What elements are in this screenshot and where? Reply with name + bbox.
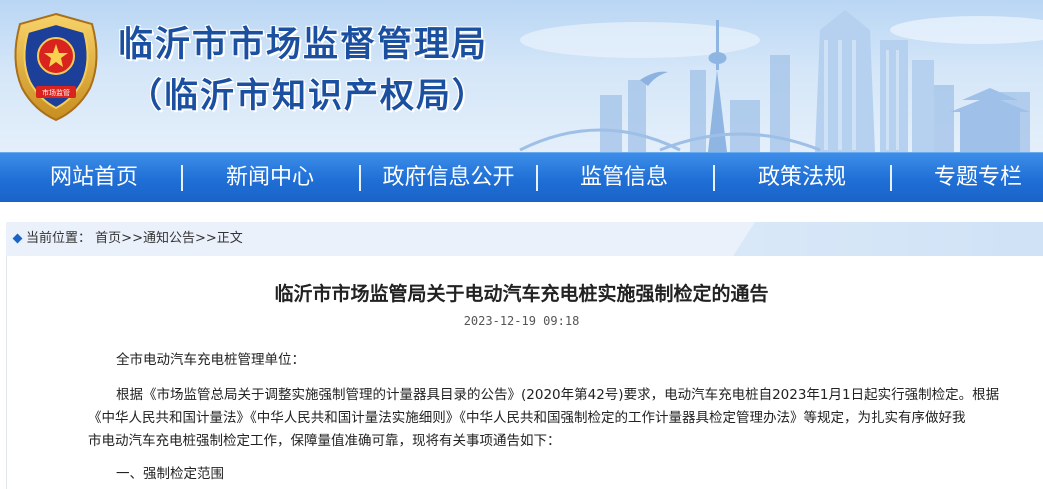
breadcrumb-current: 正文 [216,231,243,246]
nav-item-gov-info[interactable]: 政府信息公开 [376,153,521,203]
nav-divider [359,165,361,191]
nav-item-policy[interactable]: 政策法规 [748,153,856,203]
article-title: 临沂市市场监管局关于电动汽车充电桩实施强制检定的通告 [274,283,769,305]
article-section-heading: 一、强制检定范围 [116,466,224,482]
main-nav: 网站首页 新闻中心 政府信息公开 监管信息 政策法规 专题专栏 [0,152,1043,202]
nav-item-supervision[interactable]: 监管信息 [570,153,678,203]
emblem-label: 市场监管 [42,89,70,97]
article-body-line: 根据《市场监管总局关于调整实施强制管理的计量器具目录的公告》(2020年第42号… [116,387,1000,403]
nav-divider [181,165,183,191]
nav-item-topics[interactable]: 专题专栏 [924,153,1032,203]
market-supervision-emblem [14,12,98,122]
breadcrumb-decoration [733,222,1043,256]
article-body-line: 市电动汽车充电桩强制检定工作，保障量值准确可靠，现将有关事项通告如下： [88,433,561,449]
nav-divider [713,165,715,191]
breadcrumb-separator: >> [194,231,217,246]
breadcrumb: 当前位置： 首页>>通知公告>>正文 [26,222,243,256]
site-subtitle: （临沂市知识产权局） [128,76,488,116]
nav-item-home[interactable]: 网站首页 [40,153,148,203]
site-title: 临沂市市场监督管理局 [118,25,489,65]
nav-divider [536,165,538,191]
nav-divider [890,165,892,191]
location-marker-icon [12,233,23,244]
breadcrumb-prefix: 当前位置： [26,231,92,246]
nav-item-news[interactable]: 新闻中心 [216,153,324,203]
site-header: 市场监管 临沂市市场监督管理局 （临沂市知识产权局） [0,0,1043,152]
breadcrumb-separator: >> [121,231,143,246]
breadcrumb-section-link[interactable]: 通知公告 [143,231,195,246]
breadcrumb-bar: 当前位置： 首页>>通知公告>>正文 [6,222,1043,256]
article-date: 2023-12-19 09:18 [463,314,580,328]
breadcrumb-home-link[interactable]: 首页 [95,231,121,246]
article-body-line: 《中华人民共和国计量法》《中华人民共和国计量法实施细则》《中华人民共和国强制检定… [88,410,966,426]
article-salutation: 全市电动汽车充电桩管理单位： [116,352,305,368]
